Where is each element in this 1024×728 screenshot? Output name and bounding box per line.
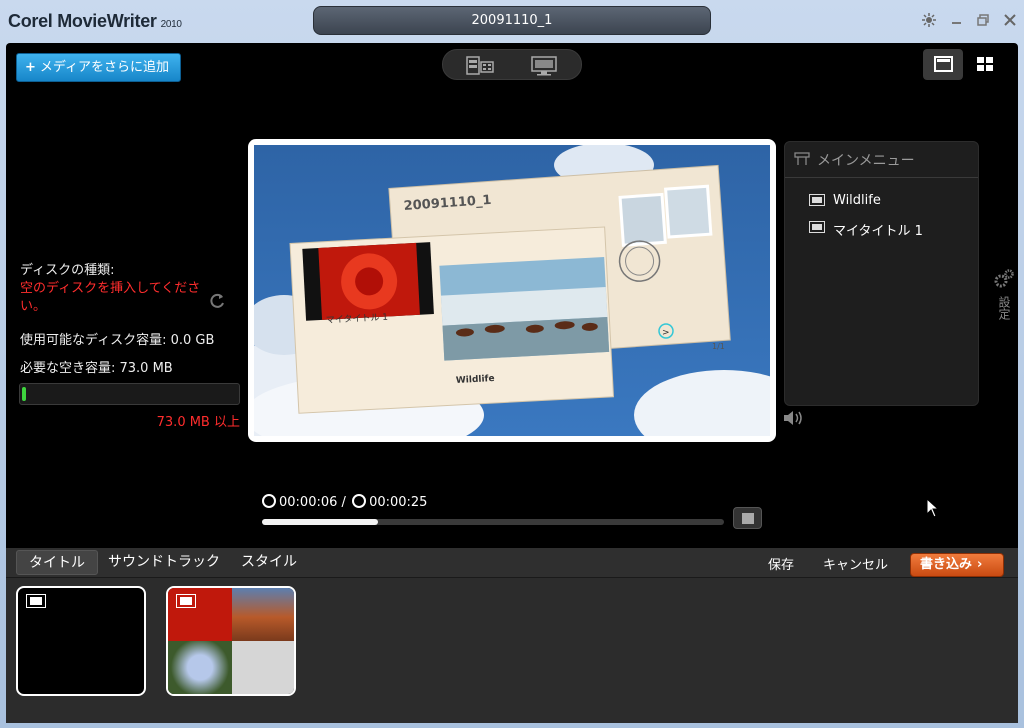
burn-button[interactable]: 書き込み ›: [910, 553, 1004, 577]
settings-sun-icon[interactable]: [921, 12, 937, 28]
thumb-hydrangea-image: [168, 641, 232, 694]
disk-warning: 空のディスクを挿入してください。: [20, 281, 201, 314]
bottom-panel: タイトル サウンドトラック スタイル 保存 キャンセル 書き込み ›: [6, 548, 1018, 723]
menu-edit-mode-icon[interactable]: [465, 56, 495, 76]
title-bar: Corel MovieWriter 2010 20091110_1: [0, 0, 1024, 42]
burn-label: 書き込み: [920, 557, 973, 572]
restore-icon[interactable]: [975, 12, 991, 28]
minimize-icon[interactable]: [949, 12, 965, 28]
time-separator: /: [341, 495, 346, 510]
stop-icon: [742, 513, 754, 524]
chevron-right-icon: ›: [977, 557, 983, 572]
required-capacity: 必要な空き容量: 73.0 MB: [20, 361, 173, 376]
grid-view-button[interactable]: [966, 49, 1006, 80]
timecode: 00:00:06 / 00:00:25: [262, 494, 427, 510]
save-button[interactable]: 保存: [768, 554, 794, 573]
tab-title[interactable]: タイトル: [16, 550, 98, 575]
mouse-cursor-icon: [926, 497, 940, 522]
disk-usage-bar: [19, 383, 240, 405]
menu-item-label: マイタイトル 1: [833, 224, 923, 239]
clock-icon: [352, 494, 367, 508]
menu-item-my-title[interactable]: マイタイトル 1: [785, 214, 978, 241]
gears-icon: [994, 269, 1014, 288]
thumb-empty-cell: [232, 641, 294, 694]
project-title[interactable]: 20091110_1: [313, 6, 711, 35]
add-media-label: メディアをさらに追加: [39, 60, 169, 75]
tab-style[interactable]: スタイル: [229, 550, 309, 575]
menu-item-wildlife[interactable]: Wildlife: [785, 187, 978, 214]
film-icon: [26, 594, 46, 608]
volume-icon[interactable]: [782, 409, 804, 427]
single-view-button[interactable]: [923, 49, 963, 80]
menu-preview-image: 20091110_1 マイタイトル 1 Wildlife > 1/1: [254, 145, 770, 436]
film-icon: [176, 594, 196, 608]
close-icon[interactable]: [1002, 12, 1018, 28]
current-time: 00:00:06: [279, 495, 338, 510]
total-time: 00:00:25: [369, 495, 428, 510]
plus-icon: +: [25, 60, 36, 75]
thumb-desert-image: [232, 588, 294, 641]
playback-scrubber[interactable]: [262, 519, 724, 525]
preview-screen[interactable]: 20091110_1 マイタイトル 1 Wildlife > 1/1: [254, 145, 770, 436]
next-arrow[interactable]: >: [662, 328, 670, 338]
title-thumbnail-empty[interactable]: [16, 586, 146, 696]
app-version: 2010: [160, 19, 182, 30]
tab-soundtrack[interactable]: サウンドトラック: [96, 550, 232, 575]
grid-view-icon: [977, 57, 993, 71]
settings-button[interactable]: 設定: [992, 268, 1016, 328]
single-view-icon: [934, 56, 953, 72]
disk-usage-fill: [22, 387, 27, 401]
refresh-icon[interactable]: [207, 291, 227, 311]
film-icon: [809, 221, 825, 233]
disk-limit-label: 73.0 MB 以上: [156, 415, 240, 430]
film-icon: [809, 194, 825, 206]
settings-label: 設定: [997, 296, 1011, 320]
available-capacity: 使用可能なディスク容量: 0.0 GB: [20, 333, 215, 348]
page-indicator: 1/1: [712, 342, 725, 351]
menu-item-label: Wildlife: [833, 193, 881, 208]
app-name: Corel MovieWriter: [8, 11, 157, 31]
menu-panel-title: メインメニュー: [817, 153, 915, 169]
menu-list-icon: [794, 152, 810, 165]
disk-type-label: ディスクの種類:: [20, 263, 115, 278]
add-media-button[interactable]: + メディアをさらに追加: [16, 53, 181, 82]
bottom-tabs: タイトル サウンドトラック スタイル 保存 キャンセル 書き込み ›: [6, 548, 1018, 578]
preview-mode-icon[interactable]: [529, 56, 559, 76]
preview-frame: 20091110_1 マイタイトル 1 Wildlife > 1/1: [248, 139, 776, 442]
title-thumbnail-collage[interactable]: [166, 586, 296, 696]
app-title: Corel MovieWriter 2010: [8, 11, 182, 32]
card-right-label: Wildlife: [456, 374, 495, 386]
playback-progress: [262, 519, 378, 525]
cancel-button[interactable]: キャンセル: [823, 554, 888, 573]
stop-button[interactable]: [733, 507, 762, 529]
mode-switcher: [442, 49, 582, 80]
main-menu-panel: メインメニュー Wildlife マイタイトル 1: [784, 141, 979, 406]
menu-panel-header: メインメニュー: [785, 142, 978, 178]
clock-icon: [262, 494, 276, 508]
